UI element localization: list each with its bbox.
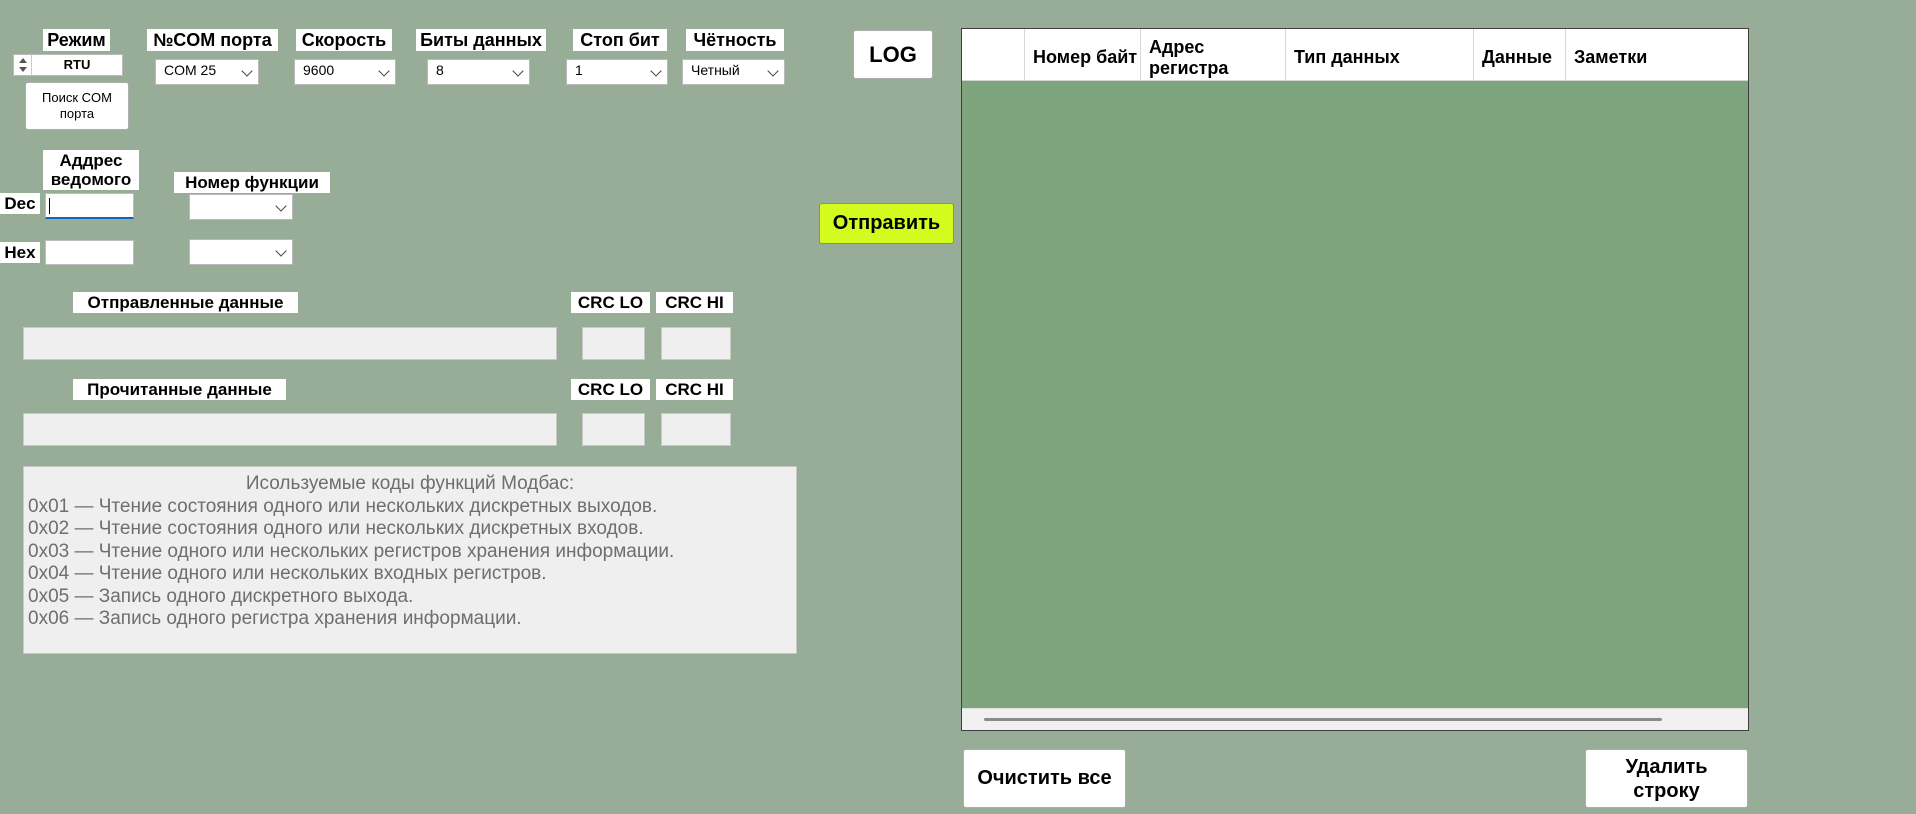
delete-row-button[interactable]: Удалить строку xyxy=(1585,749,1748,808)
chevron-down-icon xyxy=(512,65,524,77)
function-number-hex-select[interactable] xyxy=(189,239,293,265)
dec-label: Dec xyxy=(0,193,40,214)
read-data-label: Прочитанные данные xyxy=(73,379,286,400)
chevron-down-icon xyxy=(767,65,779,77)
info-line: 0x02 — Чтение состояния одного или неско… xyxy=(28,518,644,539)
data-bits-select[interactable]: 8 xyxy=(427,59,530,85)
column-data-type[interactable]: Тип данных xyxy=(1286,29,1474,80)
speed-select[interactable]: 9600 xyxy=(294,59,396,85)
mode-spinner[interactable]: RTU xyxy=(13,54,123,76)
function-number-dec-select[interactable] xyxy=(189,194,293,220)
com-port-value: COM 25 xyxy=(164,62,217,78)
column-notes[interactable]: Заметки xyxy=(1566,29,1748,80)
info-line: 0x03 — Чтение одного или нескольких реги… xyxy=(28,540,675,562)
sent-crc-hi-field[interactable] xyxy=(661,327,731,360)
info-title: Исользуемые коды функций Модбас: xyxy=(245,473,575,494)
info-line: 0x01 — Чтение состояния одного или неско… xyxy=(28,495,658,517)
com-port-label: №COM порта xyxy=(147,29,278,51)
grid-row-header-column[interactable] xyxy=(962,29,1025,80)
parity-label: Чётность xyxy=(686,29,784,51)
sent-crc-hi-label: CRC HI xyxy=(656,292,733,313)
speed-value: 9600 xyxy=(303,62,335,78)
send-button[interactable]: Отправить xyxy=(819,203,954,244)
info-line: 0x04 — Чтение одного или нескольких вход… xyxy=(28,563,547,584)
slave-address-hex-input[interactable] xyxy=(45,240,134,265)
column-data[interactable]: Данные xyxy=(1474,29,1566,80)
read-crc-hi-field[interactable] xyxy=(661,413,731,446)
clear-all-button[interactable]: Очистить все xyxy=(963,749,1126,808)
data-grid[interactable]: Номер байт Адрес регистра Тип данных Дан… xyxy=(961,28,1749,731)
info-line: 0x06 — Запись одного регистра хранения и… xyxy=(28,608,522,629)
parity-value: Четный xyxy=(691,62,740,78)
data-bits-label: Биты данных xyxy=(416,29,546,51)
read-crc-lo-field[interactable] xyxy=(582,413,645,446)
sent-crc-lo-label: CRC LO xyxy=(571,292,650,313)
data-bits-value: 8 xyxy=(436,62,444,78)
hex-label: Hex xyxy=(0,242,40,263)
up-down-spinner-icon[interactable] xyxy=(14,55,32,75)
function-codes-info: Исользуемые коды функций Модбас: 0x01 — … xyxy=(23,466,797,654)
scrollbar-thumb[interactable] xyxy=(984,718,1662,721)
com-port-select[interactable]: COM 25 xyxy=(155,59,259,85)
chevron-down-icon xyxy=(378,65,390,77)
function-number-label: Номер функции xyxy=(174,172,330,193)
sent-crc-lo-field[interactable] xyxy=(582,327,645,360)
stop-bits-label: Стоп бит xyxy=(573,29,667,51)
search-com-port-button[interactable]: Поиск COM порта xyxy=(25,82,129,130)
mode-value: RTU xyxy=(63,57,91,72)
horizontal-scrollbar[interactable] xyxy=(962,708,1748,730)
read-crc-lo-label: CRC LO xyxy=(571,379,650,400)
chevron-down-icon xyxy=(275,245,287,257)
speed-label: Скорость xyxy=(296,29,392,51)
stop-bits-value: 1 xyxy=(575,62,583,78)
chevron-down-icon xyxy=(275,200,287,212)
column-byte-number[interactable]: Номер байт xyxy=(1025,29,1141,80)
stop-bits-select[interactable]: 1 xyxy=(566,59,668,85)
log-button[interactable]: LOG xyxy=(853,30,933,79)
mode-label: Режим xyxy=(43,29,110,51)
read-crc-hi-label: CRC HI xyxy=(656,379,733,400)
slave-address-dec-input[interactable] xyxy=(45,193,134,219)
sent-data-label: Отправленные данные xyxy=(73,292,298,313)
column-register-address[interactable]: Адрес регистра xyxy=(1141,29,1286,80)
sent-data-field[interactable] xyxy=(23,327,557,360)
chevron-down-icon xyxy=(241,65,253,77)
read-data-field[interactable] xyxy=(23,413,557,446)
chevron-down-icon xyxy=(650,65,662,77)
info-line: 0x05 — Запись одного дискретного выхода. xyxy=(28,585,414,607)
parity-select[interactable]: Четный xyxy=(682,59,785,85)
slave-address-label: Аддрес ведомого xyxy=(43,150,139,190)
grid-header: Номер байт Адрес регистра Тип данных Дан… xyxy=(962,29,1748,81)
